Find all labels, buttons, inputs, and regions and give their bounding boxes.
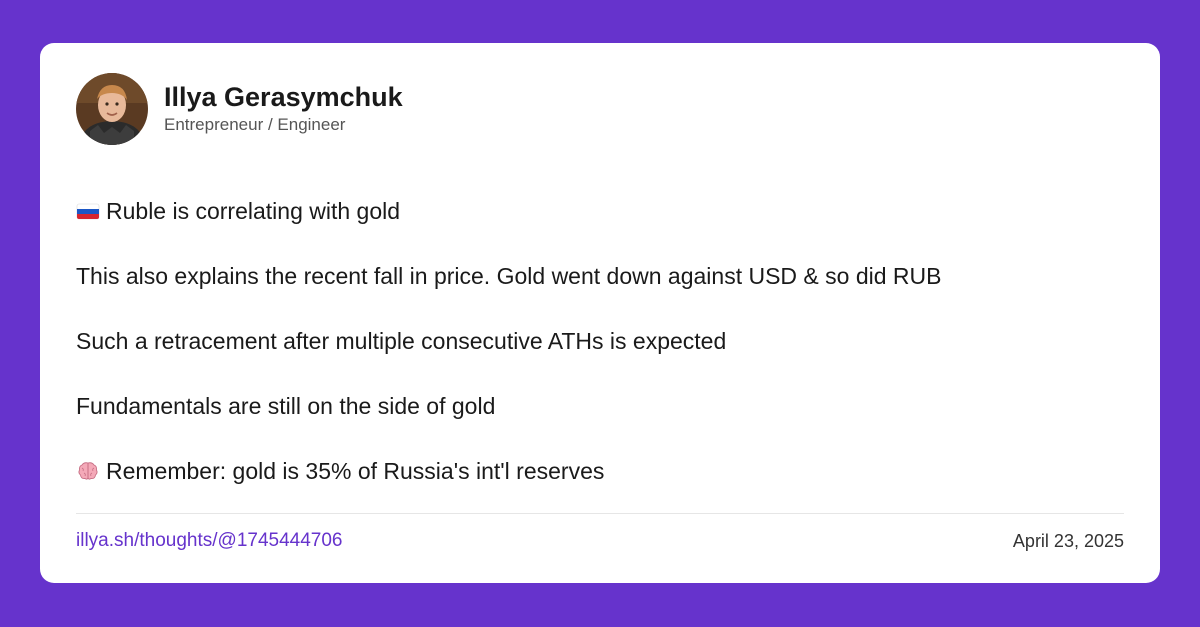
post-line-4: Fundamentals are still on the side of go…: [76, 388, 1126, 424]
avatar[interactable]: [76, 73, 148, 145]
post-line-text: Such a retracement after multiple consec…: [76, 328, 727, 354]
brain-icon: [76, 459, 100, 483]
post-line-2: This also explains the recent fall in pr…: [76, 258, 1126, 294]
post-line-text: Ruble is correlating with gold: [106, 198, 401, 224]
post-card: Illya Gerasymchuk Entrepreneur / Enginee…: [40, 43, 1160, 583]
author-info: Illya Gerasymchuk Entrepreneur / Enginee…: [164, 82, 403, 136]
post-line-text: Fundamentals are still on the side of go…: [76, 393, 496, 419]
footer-divider: [76, 513, 1124, 514]
post-line-1: Ruble is correlating with gold: [76, 193, 1126, 229]
post-header: Illya Gerasymchuk Entrepreneur / Enginee…: [76, 73, 403, 145]
russia-flag-icon: [76, 199, 100, 223]
post-line-3: Such a retracement after multiple consec…: [76, 323, 1126, 359]
post-permalink[interactable]: illya.sh/thoughts/@1745444706: [76, 529, 342, 553]
post-body: Ruble is correlating with gold This also…: [76, 193, 1126, 489]
avatar-image: [76, 73, 148, 145]
author-role: Entrepreneur / Engineer: [164, 115, 346, 134]
post-line-text: This also explains the recent fall in pr…: [76, 263, 942, 289]
post-date: April 23, 2025: [1012, 531, 1124, 551]
post-line-text: Remember: gold is 35% of Russia's int'l …: [106, 458, 605, 484]
author-name[interactable]: Illya Gerasymchuk: [164, 82, 403, 112]
post-line-5: Remember: gold is 35% of Russia's int'l …: [76, 453, 1126, 489]
